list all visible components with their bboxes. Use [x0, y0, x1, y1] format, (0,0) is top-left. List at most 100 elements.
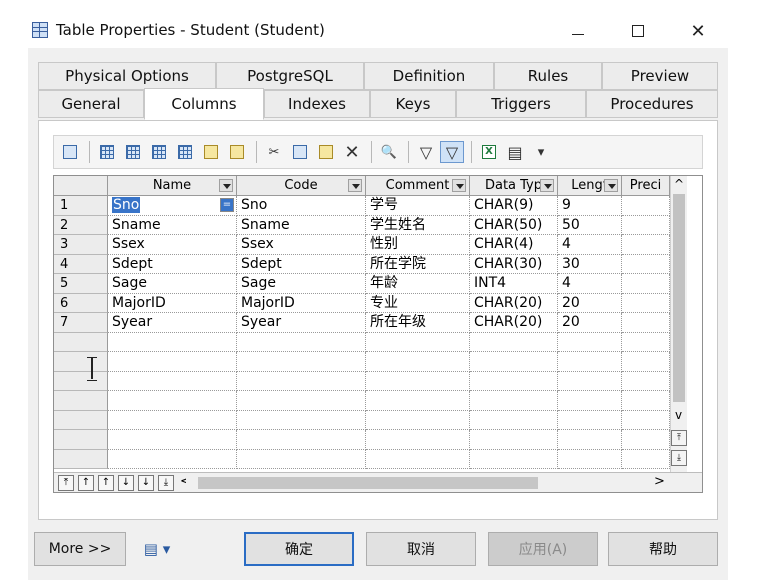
grid-cell[interactable] — [366, 352, 470, 372]
grid-cell[interactable] — [366, 410, 470, 430]
grid-cell[interactable] — [108, 410, 237, 430]
chevron-down-icon[interactable] — [452, 179, 466, 192]
delete-button[interactable]: ✕ — [340, 141, 364, 163]
scroll-up-arrow[interactable]: ^ — [674, 177, 684, 191]
grid-cell[interactable] — [237, 449, 366, 469]
grid-cell[interactable] — [470, 449, 558, 469]
tab-postgresql[interactable]: PostgreSQL — [216, 62, 364, 90]
row-header[interactable]: 7 — [54, 313, 108, 333]
grid-cell[interactable] — [622, 352, 670, 372]
grid-cell[interactable]: 年龄 — [366, 274, 470, 294]
grid-cell[interactable]: 30 — [558, 254, 622, 274]
grid-cell[interactable]: CHAR(50) — [470, 215, 558, 235]
grid-cell[interactable] — [622, 371, 670, 391]
row-header[interactable]: 6 — [54, 293, 108, 313]
row-header[interactable] — [54, 449, 108, 469]
grid-cell[interactable] — [622, 430, 670, 450]
grid-cell[interactable] — [366, 449, 470, 469]
grid-cell[interactable]: 学生姓名 — [366, 215, 470, 235]
move-down-button[interactable]: ↓ — [118, 475, 134, 491]
row-header[interactable]: 2 — [54, 215, 108, 235]
scroll-right-arrow[interactable]: > — [654, 474, 665, 489]
grid-cell[interactable] — [558, 352, 622, 372]
grid-cell[interactable]: CHAR(20) — [470, 313, 558, 333]
reuse-columns-button[interactable] — [173, 141, 197, 163]
column-header-name[interactable]: Name — [108, 176, 237, 196]
row-header[interactable] — [54, 410, 108, 430]
grid-cell[interactable] — [237, 352, 366, 372]
grid-cell[interactable]: 所在年级 — [366, 313, 470, 333]
grid-cell[interactable]: CHAR(30) — [470, 254, 558, 274]
grid-cell[interactable] — [558, 430, 622, 450]
grid-cell[interactable] — [237, 410, 366, 430]
grid-cell[interactable]: Sname — [108, 215, 237, 235]
grid-cell[interactable]: 性别 — [366, 235, 470, 255]
grid-cell[interactable] — [622, 254, 670, 274]
grid-cell[interactable]: Ssex — [108, 235, 237, 255]
chevron-down-icon[interactable] — [219, 179, 233, 192]
row-header[interactable]: 5 — [54, 274, 108, 294]
find-button[interactable]: 🔍 — [377, 141, 401, 163]
chevron-down-icon[interactable] — [604, 179, 618, 192]
apply-button[interactable]: 应用(A) — [488, 532, 598, 566]
grid-cell[interactable]: Sno = — [108, 196, 237, 216]
grid-cell[interactable]: 专业 — [366, 293, 470, 313]
row-header[interactable]: 4 — [54, 254, 108, 274]
grid-cell[interactable] — [366, 371, 470, 391]
filter-active-button[interactable]: ▽ — [440, 141, 464, 163]
page-up-button[interactable]: ⤒ — [671, 430, 687, 446]
grid-cell[interactable] — [237, 391, 366, 411]
more-button[interactable]: More >> — [34, 532, 126, 566]
tab-keys[interactable]: Keys — [370, 90, 456, 118]
help-button[interactable]: 帮助 — [608, 532, 718, 566]
grid-cell[interactable]: 4 — [558, 274, 622, 294]
row-header[interactable] — [54, 430, 108, 450]
tab-triggers[interactable]: Triggers — [456, 90, 586, 118]
column-header-code[interactable]: Code — [237, 176, 366, 196]
grid-cell[interactable] — [558, 332, 622, 352]
vertical-scrollbar[interactable]: ^ v — [670, 176, 687, 472]
maximize-button[interactable] — [618, 14, 658, 48]
grid-cell[interactable]: Sage — [108, 274, 237, 294]
add-columns-button[interactable] — [147, 141, 171, 163]
row-header[interactable]: 1 — [54, 196, 108, 216]
grid-cell[interactable]: CHAR(20) — [470, 293, 558, 313]
grid-cell[interactable] — [622, 449, 670, 469]
grid-cell[interactable]: Syear — [237, 313, 366, 333]
grid-cell[interactable]: 所在学院 — [366, 254, 470, 274]
grid-cell[interactable]: Sno — [237, 196, 366, 216]
grid-cell[interactable]: 4 — [558, 235, 622, 255]
tab-indexes[interactable]: Indexes — [264, 90, 370, 118]
tab-columns[interactable]: Columns — [144, 88, 264, 120]
grid-cell[interactable]: CHAR(4) — [470, 235, 558, 255]
move-page-up-button[interactable]: ↑ — [78, 475, 94, 491]
print-dropdown[interactable]: ▾ — [529, 141, 553, 163]
grid-cell[interactable]: MajorID — [108, 293, 237, 313]
grid-cell[interactable] — [366, 391, 470, 411]
cut-button[interactable]: ✂ — [262, 141, 286, 163]
grid-cell[interactable] — [237, 430, 366, 450]
grid-cell[interactable] — [108, 391, 237, 411]
new-button[interactable] — [225, 141, 249, 163]
grid-cell[interactable]: 学号 — [366, 196, 470, 216]
filter-button[interactable]: ▽ — [414, 141, 438, 163]
grid-cell[interactable] — [108, 352, 237, 372]
vertical-scroll-thumb[interactable] — [673, 194, 685, 402]
chevron-down-icon[interactable] — [540, 179, 554, 192]
row-header[interactable] — [54, 391, 108, 411]
grid-cell[interactable] — [622, 410, 670, 430]
excel-button[interactable]: X — [477, 141, 501, 163]
tab-general[interactable]: General — [38, 90, 144, 118]
grid-cell[interactable] — [622, 235, 670, 255]
grid-cell[interactable] — [558, 391, 622, 411]
properties-button[interactable] — [58, 141, 82, 163]
grid-cell[interactable]: INT4 — [470, 274, 558, 294]
grid-cell[interactable]: Syear — [108, 313, 237, 333]
insert-row-button[interactable] — [95, 141, 119, 163]
grid-cell[interactable] — [470, 332, 558, 352]
grid-cell[interactable] — [237, 371, 366, 391]
minimize-button[interactable] — [558, 14, 598, 48]
note-button[interactable] — [199, 141, 223, 163]
tab-physical-options[interactable]: Physical Options — [38, 62, 216, 90]
grid-cell[interactable] — [558, 449, 622, 469]
